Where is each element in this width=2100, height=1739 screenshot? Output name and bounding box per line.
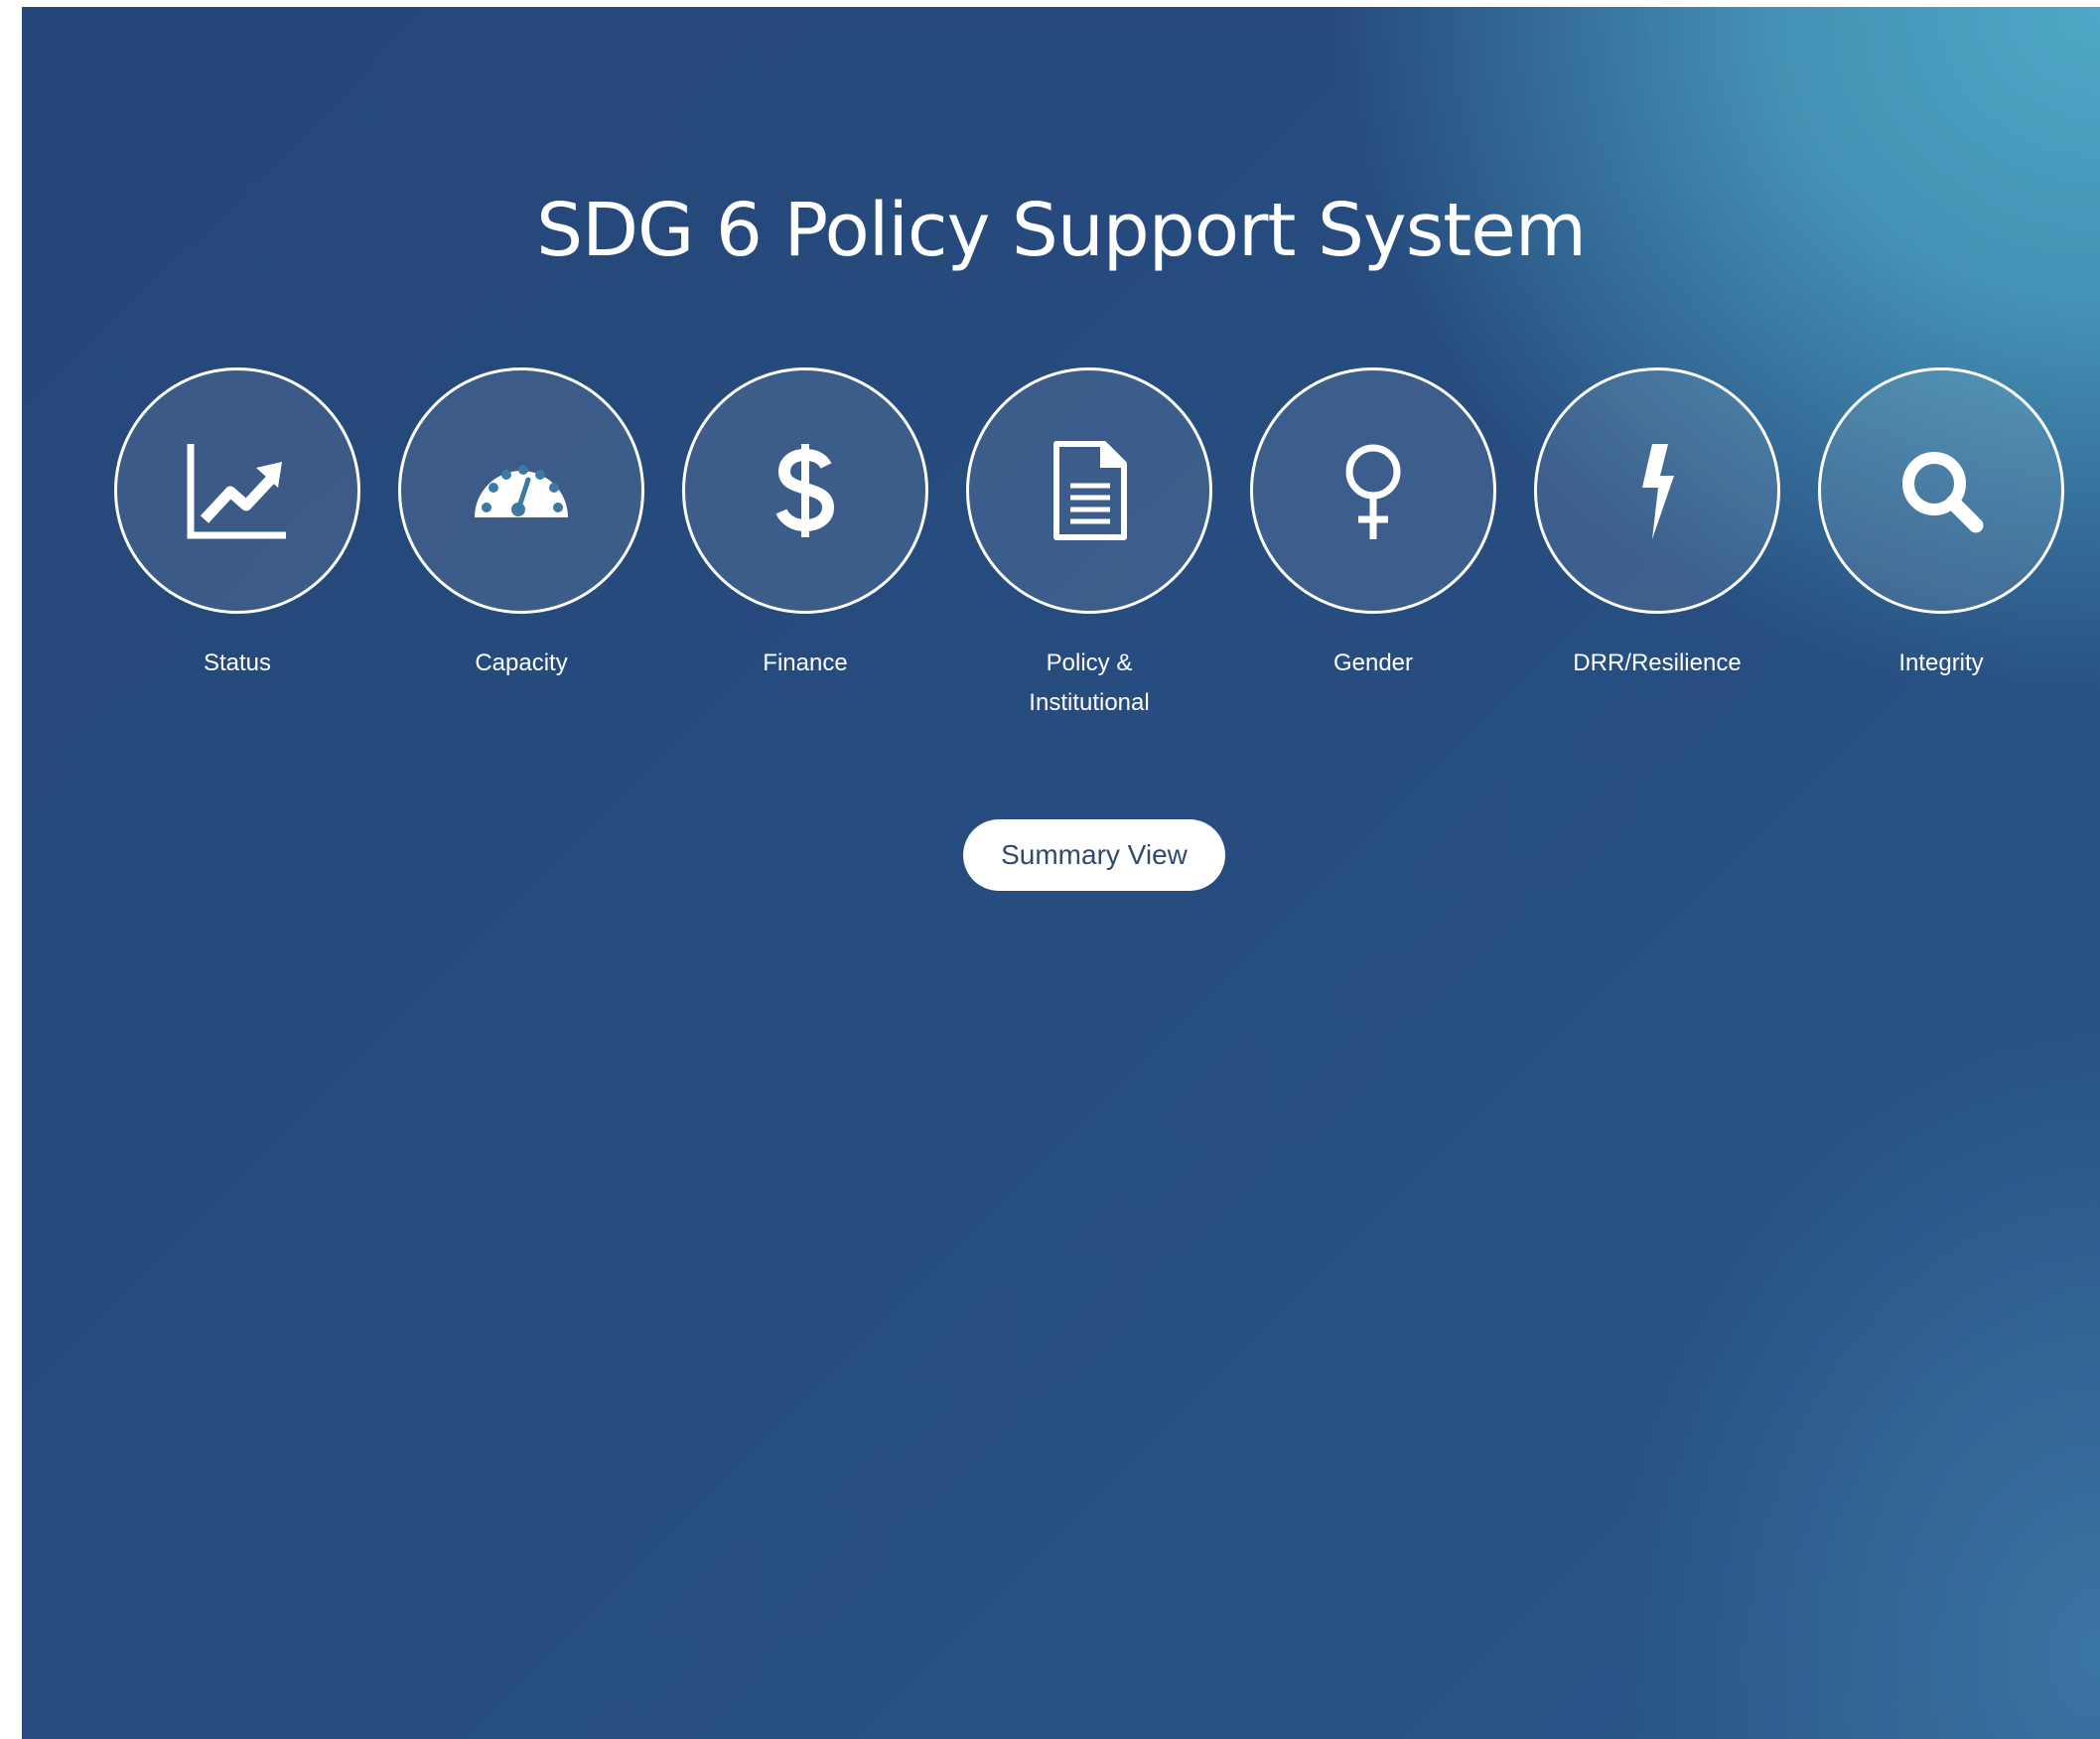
- summary-view-button[interactable]: Summary View: [963, 819, 1225, 891]
- nav-item-capacity[interactable]: Capacity: [377, 367, 665, 683]
- nav-item-gender[interactable]: Gender: [1229, 367, 1517, 683]
- nav-label-policy-institutional: Policy & Institutional: [1029, 650, 1150, 716]
- female-symbol-icon: [1345, 444, 1401, 539]
- nav-item-integrity[interactable]: Integrity: [1797, 367, 2085, 683]
- nav-circle-integrity[interactable]: [1818, 367, 2064, 614]
- nav-label-capacity: Capacity: [475, 650, 568, 676]
- nav-item-status[interactable]: Status: [93, 367, 381, 683]
- nav-label-status: Status: [203, 650, 272, 676]
- nav-label-integrity: Integrity: [1898, 650, 1984, 676]
- nav-label-finance: Finance: [763, 650, 848, 676]
- line-chart-icon: [187, 444, 286, 539]
- nav-label-gender: Gender: [1332, 650, 1414, 676]
- nav-item-policy-institutional[interactable]: Policy & Institutional: [945, 367, 1233, 723]
- magnifying-glass-icon: [1902, 452, 1984, 533]
- speedometer-icon: [475, 465, 568, 517]
- nav-circle-drr-resilience[interactable]: [1534, 367, 1780, 614]
- nav-circle-policy-institutional[interactable]: [966, 367, 1212, 614]
- nav-circle-finance[interactable]: [682, 367, 928, 614]
- nav-label-drr-resilience: DRR/Resilience: [1573, 650, 1742, 676]
- document-icon: [1053, 441, 1127, 540]
- lightning-bolt-icon: [1642, 444, 1674, 539]
- page-background: SDG 6 Policy Support System Status Capac…: [22, 7, 2100, 1739]
- nav-item-drr-resilience[interactable]: DRR/Resilience: [1513, 367, 1801, 683]
- dollar-icon: [775, 444, 835, 537]
- category-nav: Status Capacity Finance Policy & Institu…: [22, 7, 2100, 801]
- nav-circle-capacity[interactable]: [398, 367, 644, 614]
- nav-circle-gender[interactable]: [1250, 367, 1496, 614]
- nav-item-finance[interactable]: Finance: [661, 367, 949, 683]
- nav-circle-status[interactable]: [114, 367, 360, 614]
